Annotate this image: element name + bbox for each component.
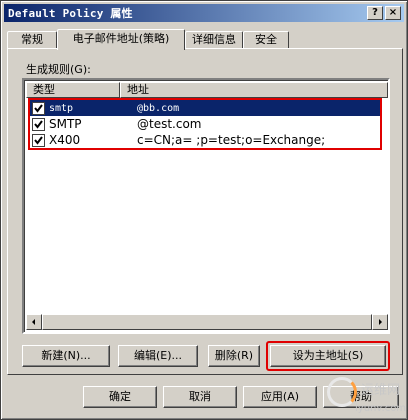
- highlighted-rows: smtp @bb.com SMTP @test.com X400 c=CN;a=…: [28, 98, 382, 150]
- title-bar[interactable]: Default Policy 属性 ? ×: [4, 4, 404, 22]
- address-rules-list[interactable]: 类型 地址 smtp @bb.com SMTP @test.com X400 c…: [22, 78, 390, 334]
- help-title-button[interactable]: ?: [367, 6, 383, 20]
- arrow-left-icon: [32, 319, 35, 325]
- tab-general[interactable]: 常规: [7, 31, 57, 49]
- remove-button[interactable]: 删除(R): [208, 345, 260, 367]
- table-row[interactable]: SMTP @test.com: [30, 116, 380, 132]
- column-header-address[interactable]: 地址: [120, 82, 388, 98]
- cell-address: @test.com: [137, 117, 202, 131]
- email-addresses-panel: 生成规则(G): 类型 地址 smtp @bb.com SMTP @test.c…: [7, 48, 403, 375]
- checkmark-icon: [34, 135, 43, 145]
- cancel-button[interactable]: 取消: [163, 386, 237, 408]
- table-row[interactable]: X400 c=CN;a= ;p=test;o=Exchange;: [30, 132, 380, 148]
- scroll-right-button[interactable]: [372, 314, 388, 330]
- row-checkbox[interactable]: [32, 117, 45, 131]
- scroll-left-button[interactable]: [26, 314, 42, 330]
- properties-dialog: Default Policy 属性 ? × 常规 电子邮件地址(策略) 详细信息…: [0, 0, 408, 420]
- tab-email-addresses[interactable]: 电子邮件地址(策略): [57, 29, 185, 50]
- checkmark-icon: [34, 119, 43, 129]
- column-header-type[interactable]: 类型: [26, 82, 120, 98]
- cell-type: smtp: [49, 102, 74, 114]
- list-header: 类型 地址: [26, 82, 388, 98]
- help-button[interactable]: 帮助: [323, 386, 399, 408]
- window-title: Default Policy 属性: [8, 7, 133, 20]
- scroll-thumb[interactable]: [42, 314, 372, 330]
- cell-type: X400: [49, 133, 81, 147]
- set-primary-button[interactable]: 设为主地址(S): [270, 345, 386, 367]
- cell-address: @bb.com: [137, 102, 180, 114]
- tab-security[interactable]: 安全: [243, 31, 289, 49]
- horizontal-scrollbar[interactable]: [26, 314, 388, 330]
- checkmark-icon: [34, 103, 43, 113]
- new-button[interactable]: 新建(N)...: [22, 345, 110, 367]
- close-title-button[interactable]: ×: [385, 6, 401, 20]
- tab-details[interactable]: 详细信息: [185, 31, 243, 49]
- row-checkbox[interactable]: [32, 133, 45, 147]
- apply-button[interactable]: 应用(A): [243, 386, 317, 408]
- rules-label: 生成规则(G):: [26, 63, 91, 76]
- ok-button[interactable]: 确定: [83, 386, 157, 408]
- table-row[interactable]: smtp @bb.com: [30, 100, 380, 116]
- row-checkbox[interactable]: [32, 101, 45, 115]
- cell-type: SMTP: [49, 117, 82, 131]
- edit-button[interactable]: 编辑(E)...: [118, 345, 198, 367]
- cell-address: c=CN;a= ;p=test;o=Exchange;: [137, 133, 326, 147]
- arrow-right-icon: [379, 319, 382, 325]
